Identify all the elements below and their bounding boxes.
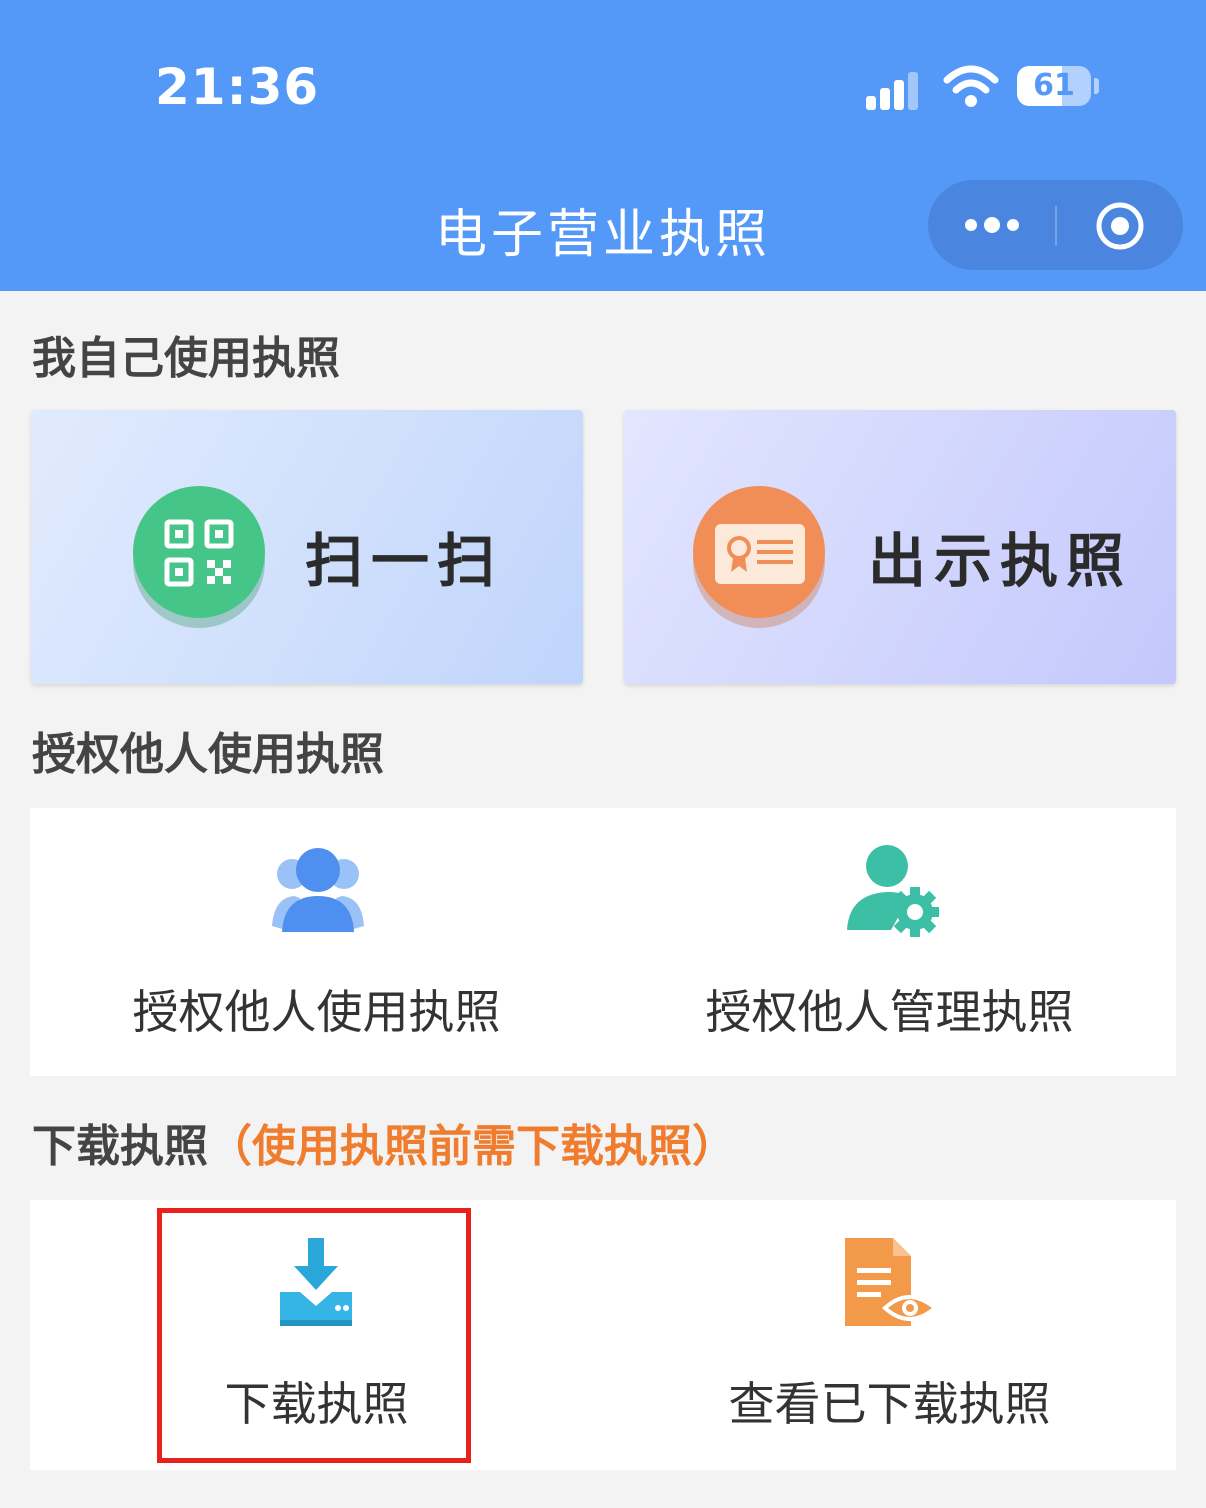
view-downloaded-label: 查看已下载执照 bbox=[728, 1377, 1051, 1431]
authorize-use-label: 授权他人使用执照 bbox=[132, 985, 501, 1039]
authorize-panel: 授权他人使用执照 授权他人管理执照 bbox=[30, 808, 1176, 1076]
miniprogram-capsule bbox=[928, 180, 1183, 270]
qr-code-icon bbox=[164, 519, 234, 587]
section-title-authorize: 授权他人使用执照 bbox=[32, 729, 384, 780]
highlight-box bbox=[157, 1208, 471, 1463]
capsule-divider bbox=[1055, 206, 1057, 246]
download-section-title: 下载执照 bbox=[32, 1121, 208, 1172]
certificate-card-icon bbox=[715, 524, 805, 584]
show-icon-circle bbox=[693, 486, 825, 618]
scan-card[interactable]: 扫一扫 bbox=[31, 410, 583, 684]
battery-indicator: 61 bbox=[1017, 66, 1099, 108]
section-title-download: 下载执照（使用执照前需下载执照） bbox=[32, 1110, 736, 1174]
users-icon bbox=[272, 848, 364, 932]
status-time: 21:36 bbox=[155, 58, 320, 116]
download-hint: （使用执照前需下载执照） bbox=[208, 1121, 736, 1172]
scan-label: 扫一扫 bbox=[305, 527, 504, 595]
user-gear-icon bbox=[847, 845, 939, 937]
target-circle-icon[interactable] bbox=[1094, 200, 1146, 252]
document-eye-icon bbox=[845, 1238, 937, 1326]
show-license-label: 出示执照 bbox=[868, 527, 1133, 595]
more-dots-icon[interactable] bbox=[962, 210, 1022, 240]
show-license-card[interactable]: 出示执照 bbox=[624, 410, 1176, 684]
view-downloaded-button[interactable]: 查看已下载执照 bbox=[603, 1200, 1176, 1470]
app-header: 21:36 61 电子营业执照 bbox=[0, 0, 1206, 291]
authorize-use-button[interactable]: 授权他人使用执照 bbox=[30, 808, 603, 1076]
authorize-manage-button[interactable]: 授权他人管理执照 bbox=[603, 808, 1176, 1076]
scan-icon-circle bbox=[133, 486, 265, 618]
section-title-self-use: 我自己使用执照 bbox=[32, 333, 340, 384]
authorize-manage-label: 授权他人管理执照 bbox=[705, 985, 1074, 1039]
signal-icon bbox=[866, 72, 918, 110]
wifi-icon bbox=[943, 65, 999, 107]
battery-level-text: 61 bbox=[1033, 68, 1075, 103]
